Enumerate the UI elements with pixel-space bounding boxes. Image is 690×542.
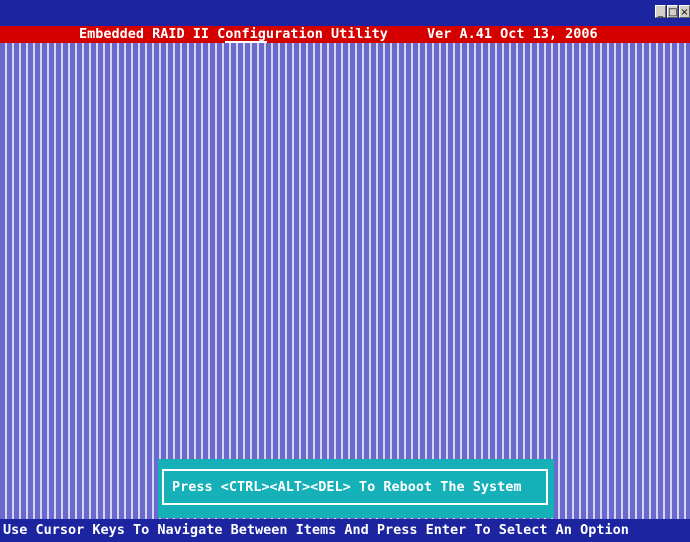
status-bar: Use Cursor Keys To Navigate Between Item…	[0, 519, 690, 542]
window-controls: _ □ ×	[655, 5, 690, 18]
utility-title-bar: Embedded RAID II Configuration Utility V…	[0, 26, 690, 43]
window-top-bar: _ □ ×	[0, 0, 690, 26]
main-work-area	[0, 43, 690, 519]
status-help-text: Use Cursor Keys To Navigate Between Item…	[3, 522, 629, 538]
reboot-message: Press <CTRL><ALT><DEL> To Reboot The Sys…	[172, 479, 522, 495]
restore-icon[interactable]: □	[667, 5, 678, 18]
version-label: Ver A.41 Oct 13, 2006	[427, 26, 598, 42]
close-icon[interactable]: ×	[679, 5, 690, 18]
bios-screen: _ □ × Embedded RAID II Configuration Uti…	[0, 0, 690, 542]
minimize-icon[interactable]: _	[655, 5, 666, 18]
dialog-frame: Press <CTRL><ALT><DEL> To Reboot The Sys…	[162, 469, 548, 505]
reboot-message-dialog: Press <CTRL><ALT><DEL> To Reboot The Sys…	[158, 459, 554, 518]
